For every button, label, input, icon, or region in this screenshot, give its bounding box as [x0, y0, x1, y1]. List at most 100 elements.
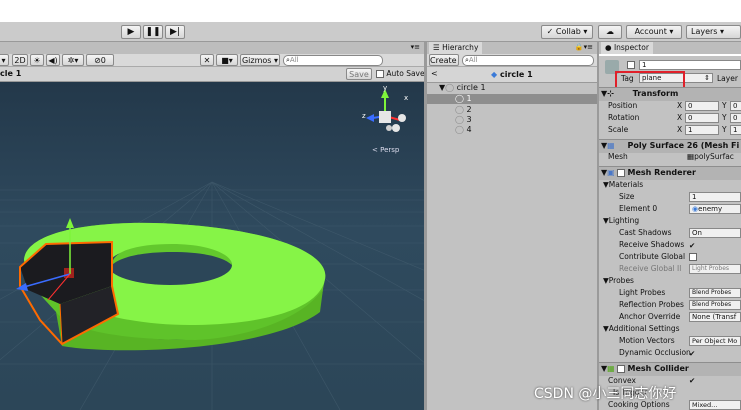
reflection-probes-dropdown[interactable]: Blend Probes	[689, 300, 741, 310]
hierarchy-lock-icon[interactable]: 🔒▾≡	[575, 43, 593, 51]
window-top-strip	[0, 0, 741, 22]
back-arrow-icon[interactable]: <	[431, 69, 438, 78]
save-button[interactable]: Save	[346, 68, 372, 80]
motion-vectors-row: Motion Vectors Per Object Mo	[599, 335, 741, 347]
scene-search-input[interactable]: ⌕All	[283, 55, 383, 66]
list-item[interactable]: ▼◯ circle 1	[439, 83, 486, 93]
x-label: X	[677, 101, 683, 110]
account-dropdown[interactable]: Account ▾	[626, 25, 682, 39]
position-y-field[interactable]: 0	[730, 101, 741, 111]
tools-settings-button[interactable]: ✕	[200, 54, 214, 66]
wrench-icon: ✕	[203, 56, 211, 65]
scene-search-placeholder: All	[289, 56, 299, 64]
cooking-options-dropdown[interactable]: Mixed...	[689, 400, 741, 410]
axis-y-label: y	[383, 84, 388, 92]
auto-save-checkbox[interactable]	[376, 70, 384, 78]
mode-2d-toggle[interactable]: 2D	[12, 54, 28, 66]
probes-label: Probes	[608, 276, 634, 285]
audio-toggle[interactable]: ◀)	[46, 54, 60, 66]
scene-control-bar: ▾ 2D ☀ ◀) ✲▾ ⊘0 ✕ ■▾ Gizmos ▾ ⌕All	[0, 54, 424, 67]
y-label: Y	[722, 125, 727, 134]
lighting-row[interactable]: ▼Lighting	[599, 215, 741, 227]
cloud-icon: ☁	[606, 27, 614, 36]
mesh-field[interactable]: ▦polySurfac	[687, 151, 734, 163]
axis-x-label: x	[404, 94, 409, 102]
anchor-override-label: Anchor Override	[619, 312, 681, 321]
transform-header[interactable]: ▼⊹ Transform	[599, 87, 741, 101]
inspector-tab[interactable]: ● Inspector	[601, 42, 653, 54]
hierarchy-search-input[interactable]: ⌕All	[462, 55, 594, 66]
mesh-renderer-header[interactable]: ▼▣ Mesh Renderer	[599, 166, 741, 180]
dropdown-arrow-icon: ⇕	[704, 74, 710, 82]
scale-label: Scale	[608, 125, 629, 134]
play-button[interactable]: ▶	[121, 25, 141, 39]
mesh-filter-icon: ▦	[607, 141, 615, 150]
lighting-toggle[interactable]: ☀	[30, 54, 44, 66]
cast-shadows-row: Cast Shadows On	[599, 227, 741, 239]
gameobject-icon: ◯	[455, 115, 464, 124]
list-item-label: ◯ 1	[455, 94, 472, 103]
scale-x-field[interactable]: 1	[685, 125, 719, 135]
motion-vectors-dropdown[interactable]: Per Object Mo	[689, 336, 741, 346]
mesh-row: Mesh ▦polySurfac	[599, 151, 741, 163]
object-name-input[interactable]: 1	[639, 60, 741, 70]
light-probes-dropdown[interactable]: Blend Probes	[689, 288, 741, 298]
contribute-gi-checkbox[interactable]	[689, 253, 697, 261]
materials-label: Materials	[608, 180, 644, 189]
convex-checkbox[interactable]: ✔	[689, 375, 695, 387]
size-field[interactable]: 1	[689, 192, 741, 202]
position-x-field[interactable]: 0	[685, 101, 719, 111]
cast-shadows-dropdown[interactable]: On	[689, 228, 741, 238]
dynamic-occlusion-checkbox[interactable]: ✔	[689, 348, 695, 360]
watermark: CSDN @小三同志你好	[534, 386, 677, 402]
create-dropdown[interactable]: Create ▾	[429, 54, 459, 66]
list-item-selected[interactable]: ◯ 1	[427, 94, 597, 104]
cloud-button[interactable]: ☁	[598, 25, 622, 39]
contribute-gi-label: Contribute Global	[619, 252, 686, 261]
mesh-filter-title: Poly Surface 26 (Mesh Fi	[627, 141, 740, 150]
mesh-renderer-enabled-checkbox[interactable]	[616, 168, 625, 177]
rotation-x-field[interactable]: 0	[685, 113, 719, 123]
hierarchy-tab-label: Hierarchy	[442, 43, 479, 52]
size-label: Size	[619, 192, 635, 201]
mesh-collider-header[interactable]: ▼▦ Mesh Collider	[599, 362, 741, 376]
list-item-label: 4	[466, 125, 472, 134]
anchor-override-field[interactable]: None (Transf	[689, 312, 741, 322]
additional-settings-row[interactable]: ▼Additional Settings	[599, 323, 741, 335]
hidden-objects-toggle[interactable]: ⊘0	[86, 54, 114, 66]
inspector-tab-label: Inspector	[613, 43, 649, 52]
materials-row[interactable]: ▼Materials	[599, 179, 741, 191]
light-probes-label: Light Probes	[619, 288, 666, 297]
receive-gi-dropdown[interactable]: Light Probes	[689, 264, 741, 274]
probes-row[interactable]: ▼Probes	[599, 275, 741, 287]
list-item[interactable]: ◯ 3	[455, 115, 472, 125]
camera-settings-dropdown[interactable]: ■▾	[216, 54, 238, 66]
layers-dropdown[interactable]: Layers ▾	[686, 25, 741, 39]
list-item[interactable]: ◯ 4	[455, 125, 472, 135]
step-button[interactable]: ▶|	[165, 25, 185, 39]
auto-save-toggle[interactable]: Auto Save	[376, 69, 425, 78]
collab-dropdown[interactable]: ✓ Collab ▾	[541, 25, 593, 39]
layers-label: Layers	[691, 27, 718, 36]
scale-row: Scale X 1 Y 1	[599, 124, 741, 136]
list-item[interactable]: ◯ 2	[455, 105, 472, 115]
persp-text: Persp	[380, 146, 400, 154]
hierarchy-tab[interactable]: ☰ Hierarchy	[429, 42, 483, 54]
gameobject-icon: ◯	[445, 83, 455, 92]
mesh-collider-enabled-checkbox[interactable]	[616, 364, 625, 373]
pause-button[interactable]: ❚❚	[143, 25, 163, 39]
element0-field[interactable]: ◉enemy	[689, 204, 741, 214]
rotation-y-field[interactable]: 0	[730, 113, 741, 123]
shading-mode-dropdown[interactable]: ▾	[0, 54, 9, 66]
effects-dropdown[interactable]: ✲▾	[62, 54, 84, 66]
hierarchy-scene-header: < ◆ circle 1	[427, 67, 597, 83]
persp-label[interactable]: < Persp	[372, 146, 399, 154]
auto-save-label: Auto Save	[386, 69, 425, 78]
active-checkbox[interactable]	[627, 61, 635, 69]
x-label: X	[677, 113, 683, 122]
gizmos-dropdown[interactable]: Gizmos ▾	[240, 54, 280, 66]
scale-y-field[interactable]: 1	[730, 125, 741, 135]
panel-menu-icon[interactable]: ▾≡	[411, 43, 420, 51]
rotation-label: Rotation	[608, 113, 640, 122]
scene-view[interactable]: y x z < Persp	[0, 82, 424, 410]
